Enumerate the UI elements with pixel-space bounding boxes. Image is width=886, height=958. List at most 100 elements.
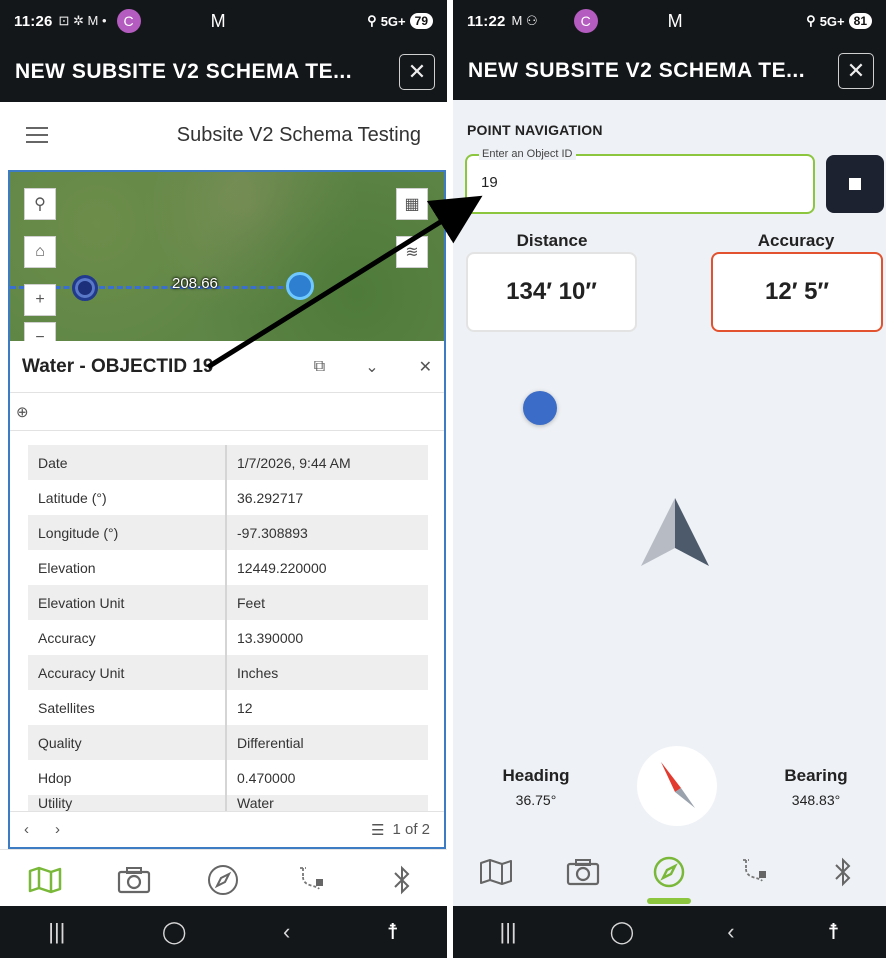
table-row: Date 1/7/2026, 9:44 AM — [28, 445, 428, 480]
home-circle-icon[interactable]: ◯ — [162, 919, 187, 945]
avatar: C — [116, 9, 141, 33]
location-icon: ⚲ — [367, 13, 377, 28]
nav-compass[interactable] — [195, 858, 251, 902]
bluetooth-icon — [834, 857, 851, 887]
close-button[interactable]: ✕ — [399, 54, 435, 90]
attribute-value: Differential — [226, 725, 428, 760]
attribute-key: Accuracy Unit — [28, 655, 227, 690]
attribute-value: Water — [226, 795, 428, 811]
left-phone-screen: 11:26 ⊡ ✲ M • C M ⚲ 5G+ 79 NEW SUBSITE V… — [0, 0, 447, 958]
popup-footer: ‹ › ☰ 1 of 2 — [10, 811, 444, 847]
section-label: POINT NAVIGATION — [467, 122, 603, 138]
pager-label: 1 of 2 — [392, 821, 430, 838]
zoom-in-button[interactable]: + — [24, 284, 56, 316]
compass-needle-icon — [661, 762, 695, 808]
recent-apps-icon[interactable]: ||| — [48, 919, 65, 945]
popup-actions: ⧉ ⌄ ✕ — [314, 357, 432, 377]
map-view[interactable]: 208.66 ⚲ ⌂ + − ▦ ≋ — [8, 170, 446, 345]
attribute-value: -97.308893 — [226, 515, 428, 550]
nav-bluetooth[interactable] — [374, 858, 430, 902]
qr-scan-button[interactable]: ▦ — [396, 188, 428, 220]
right-phone-screen: 11:22 M ⚇ C M ⚲ 5G+ 81 NEW SUBSITE V2 SC… — [453, 0, 886, 958]
table-row: Longitude (°) -97.308893 — [28, 515, 428, 550]
notification-icons: ⊡ ✲ M • — [58, 13, 107, 28]
accessibility-icon[interactable]: ☨ — [828, 919, 840, 945]
attribute-value: 0.470000 — [237, 769, 296, 786]
close-button[interactable]: ✕ — [838, 53, 874, 89]
compass-icon — [208, 864, 239, 895]
nav-camera[interactable] — [555, 850, 611, 894]
page-title: NEW SUBSITE V2 SCHEMA TE... — [15, 60, 353, 83]
map-home-button[interactable]: ⌂ — [24, 236, 56, 268]
popup-title: Water - OBJECTID 19 — [22, 355, 214, 377]
nav-compass[interactable] — [641, 850, 697, 904]
compass-dial — [637, 746, 717, 826]
previous-icon[interactable]: ‹ — [24, 821, 29, 838]
map-search-button[interactable]: ⚲ — [24, 188, 56, 220]
dock-icon[interactable]: ⧉ — [314, 358, 325, 376]
map-point-target[interactable] — [286, 272, 314, 300]
layers-button[interactable]: ≋ — [396, 236, 428, 268]
attribute-key: Utility — [28, 795, 227, 811]
next-icon[interactable]: › — [55, 821, 60, 838]
object-id-field[interactable]: Enter an Object ID — [465, 148, 815, 214]
search-icon: ⚲ — [34, 196, 46, 213]
distance-value: 134′ 10″ — [506, 278, 597, 305]
camera-icon — [566, 859, 599, 886]
nav-route[interactable] — [728, 850, 784, 894]
app-title-bar: Subsite V2 Schema Testing — [0, 102, 447, 168]
signal-indicator: ⚲ 5G+ 79 — [367, 13, 433, 29]
popup-header: Water - OBJECTID 19 ⧉ ⌄ ✕ — [10, 341, 444, 393]
recent-apps-icon[interactable]: ||| — [499, 919, 516, 945]
status-bar: 11:26 ⊡ ✲ M • C M ⚲ 5G+ 79 — [0, 0, 447, 42]
table-row: Elevation Unit Feet — [28, 585, 428, 620]
app-title: Subsite V2 Schema Testing — [176, 123, 421, 146]
status-bar: 11:22 M ⚇ C M ⚲ 5G+ 81 — [453, 0, 886, 42]
map-icon — [480, 859, 513, 885]
nav-map[interactable] — [468, 850, 524, 894]
attribute-value: 12449.220000 — [237, 559, 327, 576]
system-nav-bar: ||| ◯ ‹ ☨ — [453, 906, 886, 958]
table-row: Satellites 12 — [28, 690, 428, 725]
nav-bluetooth[interactable] — [815, 850, 871, 894]
home-circle-icon[interactable]: ◯ — [610, 919, 635, 945]
attribute-value: 12 — [237, 699, 253, 716]
back-icon[interactable]: ‹ — [727, 919, 734, 945]
pager[interactable]: ☰ 1 of 2 — [371, 821, 430, 839]
accessibility-icon[interactable]: ☨ — [387, 919, 399, 945]
bluetooth-icon — [394, 865, 410, 894]
table-row: Hdop 0.470000 — [28, 760, 428, 795]
nav-camera[interactable] — [106, 858, 162, 902]
attribute-key: Latitude (°) — [28, 480, 227, 515]
table-row: Utility Water — [28, 795, 428, 811]
back-icon[interactable]: ‹ — [283, 919, 290, 945]
zoom-to-icon[interactable]: ⊕ — [16, 403, 29, 421]
nav-map[interactable] — [17, 858, 73, 912]
page-title: NEW SUBSITE V2 SCHEMA TE... — [468, 59, 806, 82]
menu-icon[interactable] — [26, 127, 48, 143]
bearing-label: Bearing — [784, 766, 848, 785]
chevron-down-icon[interactable]: ⌄ — [365, 357, 378, 377]
table-row: Accuracy 13.390000 — [28, 620, 428, 655]
attribute-value: Feet — [226, 585, 428, 620]
status-time: 11:26 — [14, 12, 53, 30]
bearing-value: 348.83° — [791, 792, 841, 808]
home-icon: ⌂ — [35, 243, 45, 260]
distance-heading: Distance — [516, 231, 588, 250]
heading-block: Heading 36.75° — [489, 766, 583, 808]
signal-indicator: ⚲ 5G+ 81 — [806, 13, 872, 29]
stop-button[interactable] — [826, 155, 884, 213]
map-icon — [28, 866, 61, 893]
nav-route[interactable] — [285, 858, 341, 902]
accuracy-heading: Accuracy — [757, 231, 835, 250]
battery-badge: 81 — [848, 13, 872, 29]
route-pins-icon — [299, 866, 323, 890]
location-icon: ⚲ — [806, 13, 816, 28]
app-header: NEW SUBSITE V2 SCHEMA TE... ✕ — [453, 42, 886, 100]
target-point-dot — [523, 391, 557, 425]
mail-icon: M — [210, 10, 226, 31]
table-row: Latitude (°) 36.292717 — [28, 480, 428, 515]
map-point-start[interactable] — [72, 275, 98, 301]
close-icon[interactable]: ✕ — [419, 357, 432, 377]
object-id-input[interactable] — [481, 174, 781, 191]
